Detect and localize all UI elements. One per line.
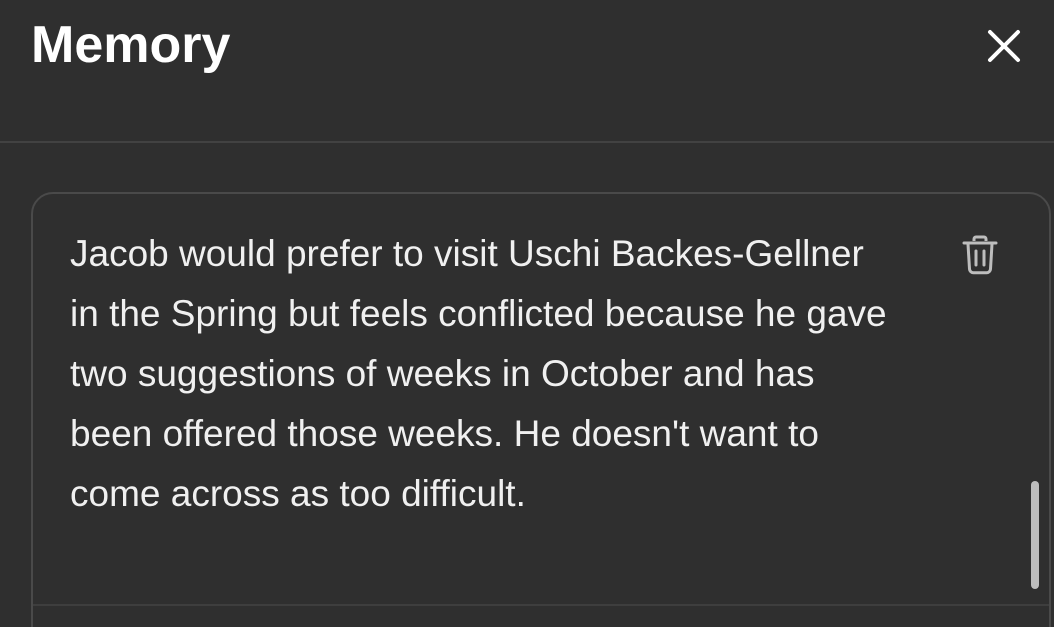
close-icon — [988, 30, 1020, 62]
scrollbar[interactable] — [1031, 481, 1039, 589]
header-divider — [0, 141, 1054, 143]
item-divider — [33, 604, 1049, 606]
delete-memory-button[interactable] — [955, 230, 1005, 280]
panel-header: Memory — [0, 0, 1054, 141]
trash-icon — [962, 235, 998, 275]
close-button[interactable] — [976, 18, 1032, 74]
memory-text: Jacob would prefer to visit Uschi Backes… — [70, 233, 887, 514]
memory-list: Jacob would prefer to visit Uschi Backes… — [31, 192, 1051, 627]
memory-panel: Memory Jacob would prefer to visit Uschi… — [0, 0, 1054, 627]
memory-item: Jacob would prefer to visit Uschi Backes… — [33, 194, 1049, 606]
page-title: Memory — [31, 16, 231, 74]
